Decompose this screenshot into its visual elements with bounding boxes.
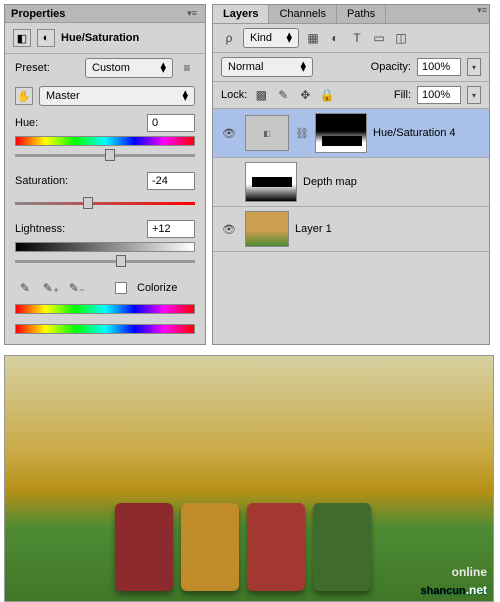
flyout-menu-icon[interactable]: ▾≡ — [185, 9, 199, 19]
preset-select[interactable]: Custom ▴▾ — [85, 58, 173, 78]
layer-list: 👁 ◧ ⛓ Hue/Saturation 4 Depth map 👁 Layer… — [213, 109, 489, 252]
fill-input[interactable]: 100% — [417, 86, 461, 104]
layer-mask-thumb[interactable] — [245, 162, 297, 202]
watermark-label: online — [452, 565, 487, 579]
lock-brush-icon[interactable]: ✎ — [275, 87, 291, 103]
filter-adjust-icon[interactable]: ◐ — [327, 30, 343, 46]
channel-value: Master — [46, 90, 80, 102]
filter-type-icon[interactable]: T — [349, 30, 365, 46]
filter-smart-icon[interactable]: ◫ — [393, 30, 409, 46]
opacity-dropdown-icon[interactable]: ▾ — [467, 58, 481, 76]
layers-flyout-icon[interactable]: ▾≡ — [475, 5, 489, 15]
properties-tab[interactable]: Properties — [11, 8, 65, 20]
hue-gradient — [15, 136, 195, 146]
eyedropper-plus-icon[interactable]: ✎₊ — [43, 280, 59, 296]
hue-input[interactable]: 0 — [147, 114, 195, 132]
eyedropper-icon[interactable]: ✎ — [17, 280, 33, 296]
lightness-label: Lightness: — [15, 223, 89, 235]
rainbow-top — [15, 304, 195, 314]
watermark-brand: shancun.net — [420, 578, 487, 599]
lightness-slider[interactable] — [15, 254, 195, 268]
kind-value: Kind — [250, 32, 272, 44]
kind-select[interactable]: Kind ▴▾ — [243, 28, 299, 48]
layer-row[interactable]: Depth map — [213, 158, 489, 207]
tab-layers[interactable]: Layers — [213, 5, 269, 23]
lock-transparency-icon[interactable]: ▩ — [253, 87, 269, 103]
colorize-checkbox[interactable] — [115, 282, 127, 294]
colorize-label: Colorize — [137, 282, 177, 294]
hue-slider[interactable] — [15, 148, 195, 162]
eyedropper-minus-icon[interactable]: ✎₋ — [69, 280, 85, 296]
link-icon[interactable]: ⛓ — [295, 127, 309, 140]
blend-value: Normal — [228, 61, 263, 73]
filter-pixel-icon[interactable]: ▦ — [305, 30, 321, 46]
filter-shape-icon[interactable]: ▭ — [371, 30, 387, 46]
tab-paths[interactable]: Paths — [337, 5, 386, 23]
opacity-label: Opacity: — [371, 61, 411, 73]
layer-mask-thumb[interactable] — [315, 113, 367, 153]
lock-label: Lock: — [221, 89, 247, 101]
layers-panel: Layers Channels Paths ▾≡ ρ Kind ▴▾ ▦ ◐ T… — [212, 4, 490, 345]
adjustment-header: ◧ ◐ Hue/Saturation — [5, 23, 205, 54]
tab-channels[interactable]: Channels — [269, 5, 336, 23]
properties-titlebar: Properties ▾≡ — [5, 5, 205, 23]
properties-panel: Properties ▾≡ ◧ ◐ Hue/Saturation Preset:… — [4, 4, 206, 345]
layer-row[interactable]: 👁 ◧ ⛓ Hue/Saturation 4 — [213, 109, 489, 158]
visibility-icon[interactable]: 👁 — [219, 223, 239, 236]
hue-label: Hue: — [15, 117, 79, 129]
lightness-input[interactable]: +12 — [147, 220, 195, 238]
canvas-preview: online shancun.net — [4, 355, 494, 602]
preset-menu-icon[interactable]: ≡ — [179, 60, 195, 76]
rendered-letters — [115, 503, 371, 591]
hand-tool-icon[interactable]: ✋ — [15, 87, 33, 105]
fill-dropdown-icon[interactable]: ▾ — [467, 86, 481, 104]
adjustment-name: Hue/Saturation — [61, 32, 139, 44]
filter-icon[interactable]: ρ — [221, 30, 237, 46]
saturation-slider[interactable] — [15, 196, 195, 210]
fill-label: Fill: — [394, 89, 411, 101]
adjustment-thumb: ◧ — [245, 115, 289, 151]
adjustment-icon: ◧ — [13, 29, 31, 47]
lightness-gradient — [15, 242, 195, 252]
layer-name[interactable]: Layer 1 — [295, 223, 332, 235]
saturation-input[interactable]: -24 — [147, 172, 195, 190]
rainbow-bottom — [15, 324, 195, 334]
saturation-label: Saturation: — [15, 175, 89, 187]
visibility-icon[interactable]: 👁 — [219, 127, 239, 140]
preset-value: Custom — [92, 62, 130, 74]
channel-select[interactable]: Master ▴▾ — [39, 86, 195, 106]
lock-all-icon[interactable]: 🔒 — [319, 87, 335, 103]
layer-name[interactable]: Depth map — [303, 176, 357, 188]
opacity-input[interactable]: 100% — [417, 58, 461, 76]
layers-tabs: Layers Channels Paths ▾≡ — [213, 5, 489, 24]
layer-name[interactable]: Hue/Saturation 4 — [373, 127, 456, 139]
preset-label: Preset: — [15, 62, 79, 74]
mask-icon[interactable]: ◐ — [37, 29, 55, 47]
image-thumb — [245, 211, 289, 247]
lock-move-icon[interactable]: ✥ — [297, 87, 313, 103]
layer-row[interactable]: 👁 Layer 1 — [213, 207, 489, 252]
blend-select[interactable]: Normal ▴▾ — [221, 57, 313, 77]
